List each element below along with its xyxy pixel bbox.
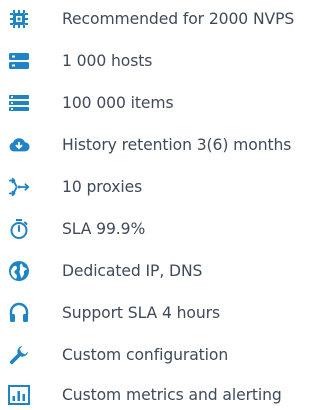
headphones-icon — [8, 302, 30, 324]
stopwatch-icon — [8, 218, 30, 240]
feature-label: Dedicated IP, DNS — [62, 262, 203, 280]
feature-item-items: 100 000 items — [0, 88, 327, 118]
bar-chart-icon — [8, 384, 30, 406]
feature-item-hosts: 1 000 hosts — [0, 46, 327, 76]
feature-label: 10 proxies — [62, 178, 143, 196]
feature-item-support: Support SLA 4 hours — [0, 298, 327, 328]
feature-label: SLA 99.9% — [62, 220, 146, 238]
list-items-icon — [8, 92, 30, 114]
cloud-download-icon — [8, 134, 30, 156]
feature-label: Support SLA 4 hours — [62, 304, 220, 322]
cpu-chip-icon — [8, 8, 30, 30]
globe-icon — [8, 260, 30, 282]
feature-item-proxies: 10 proxies — [0, 172, 327, 202]
feature-item-dedicated-ip: Dedicated IP, DNS — [0, 256, 327, 286]
server-stack-icon — [8, 50, 30, 72]
proxy-arrows-icon — [8, 176, 30, 198]
feature-label: Recommended for 2000 NVPS — [62, 10, 295, 28]
feature-label: 1 000 hosts — [62, 52, 153, 70]
feature-list: Recommended for 2000 NVPS 1 000 hosts 10… — [0, 0, 327, 405]
feature-label: 100 000 items — [62, 94, 174, 112]
feature-item-sla: SLA 99.9% — [0, 214, 327, 244]
wrench-icon — [8, 344, 30, 366]
feature-item-nvps: Recommended for 2000 NVPS — [0, 4, 327, 34]
feature-label: History retention 3(6) months — [62, 136, 292, 154]
feature-label: Custom metrics and alerting — [62, 386, 282, 404]
feature-item-metrics: Custom metrics and alerting — [0, 380, 327, 410]
feature-item-configuration: Custom configuration — [0, 340, 327, 370]
feature-label: Custom configuration — [62, 346, 229, 364]
feature-item-history: History retention 3(6) months — [0, 130, 327, 160]
